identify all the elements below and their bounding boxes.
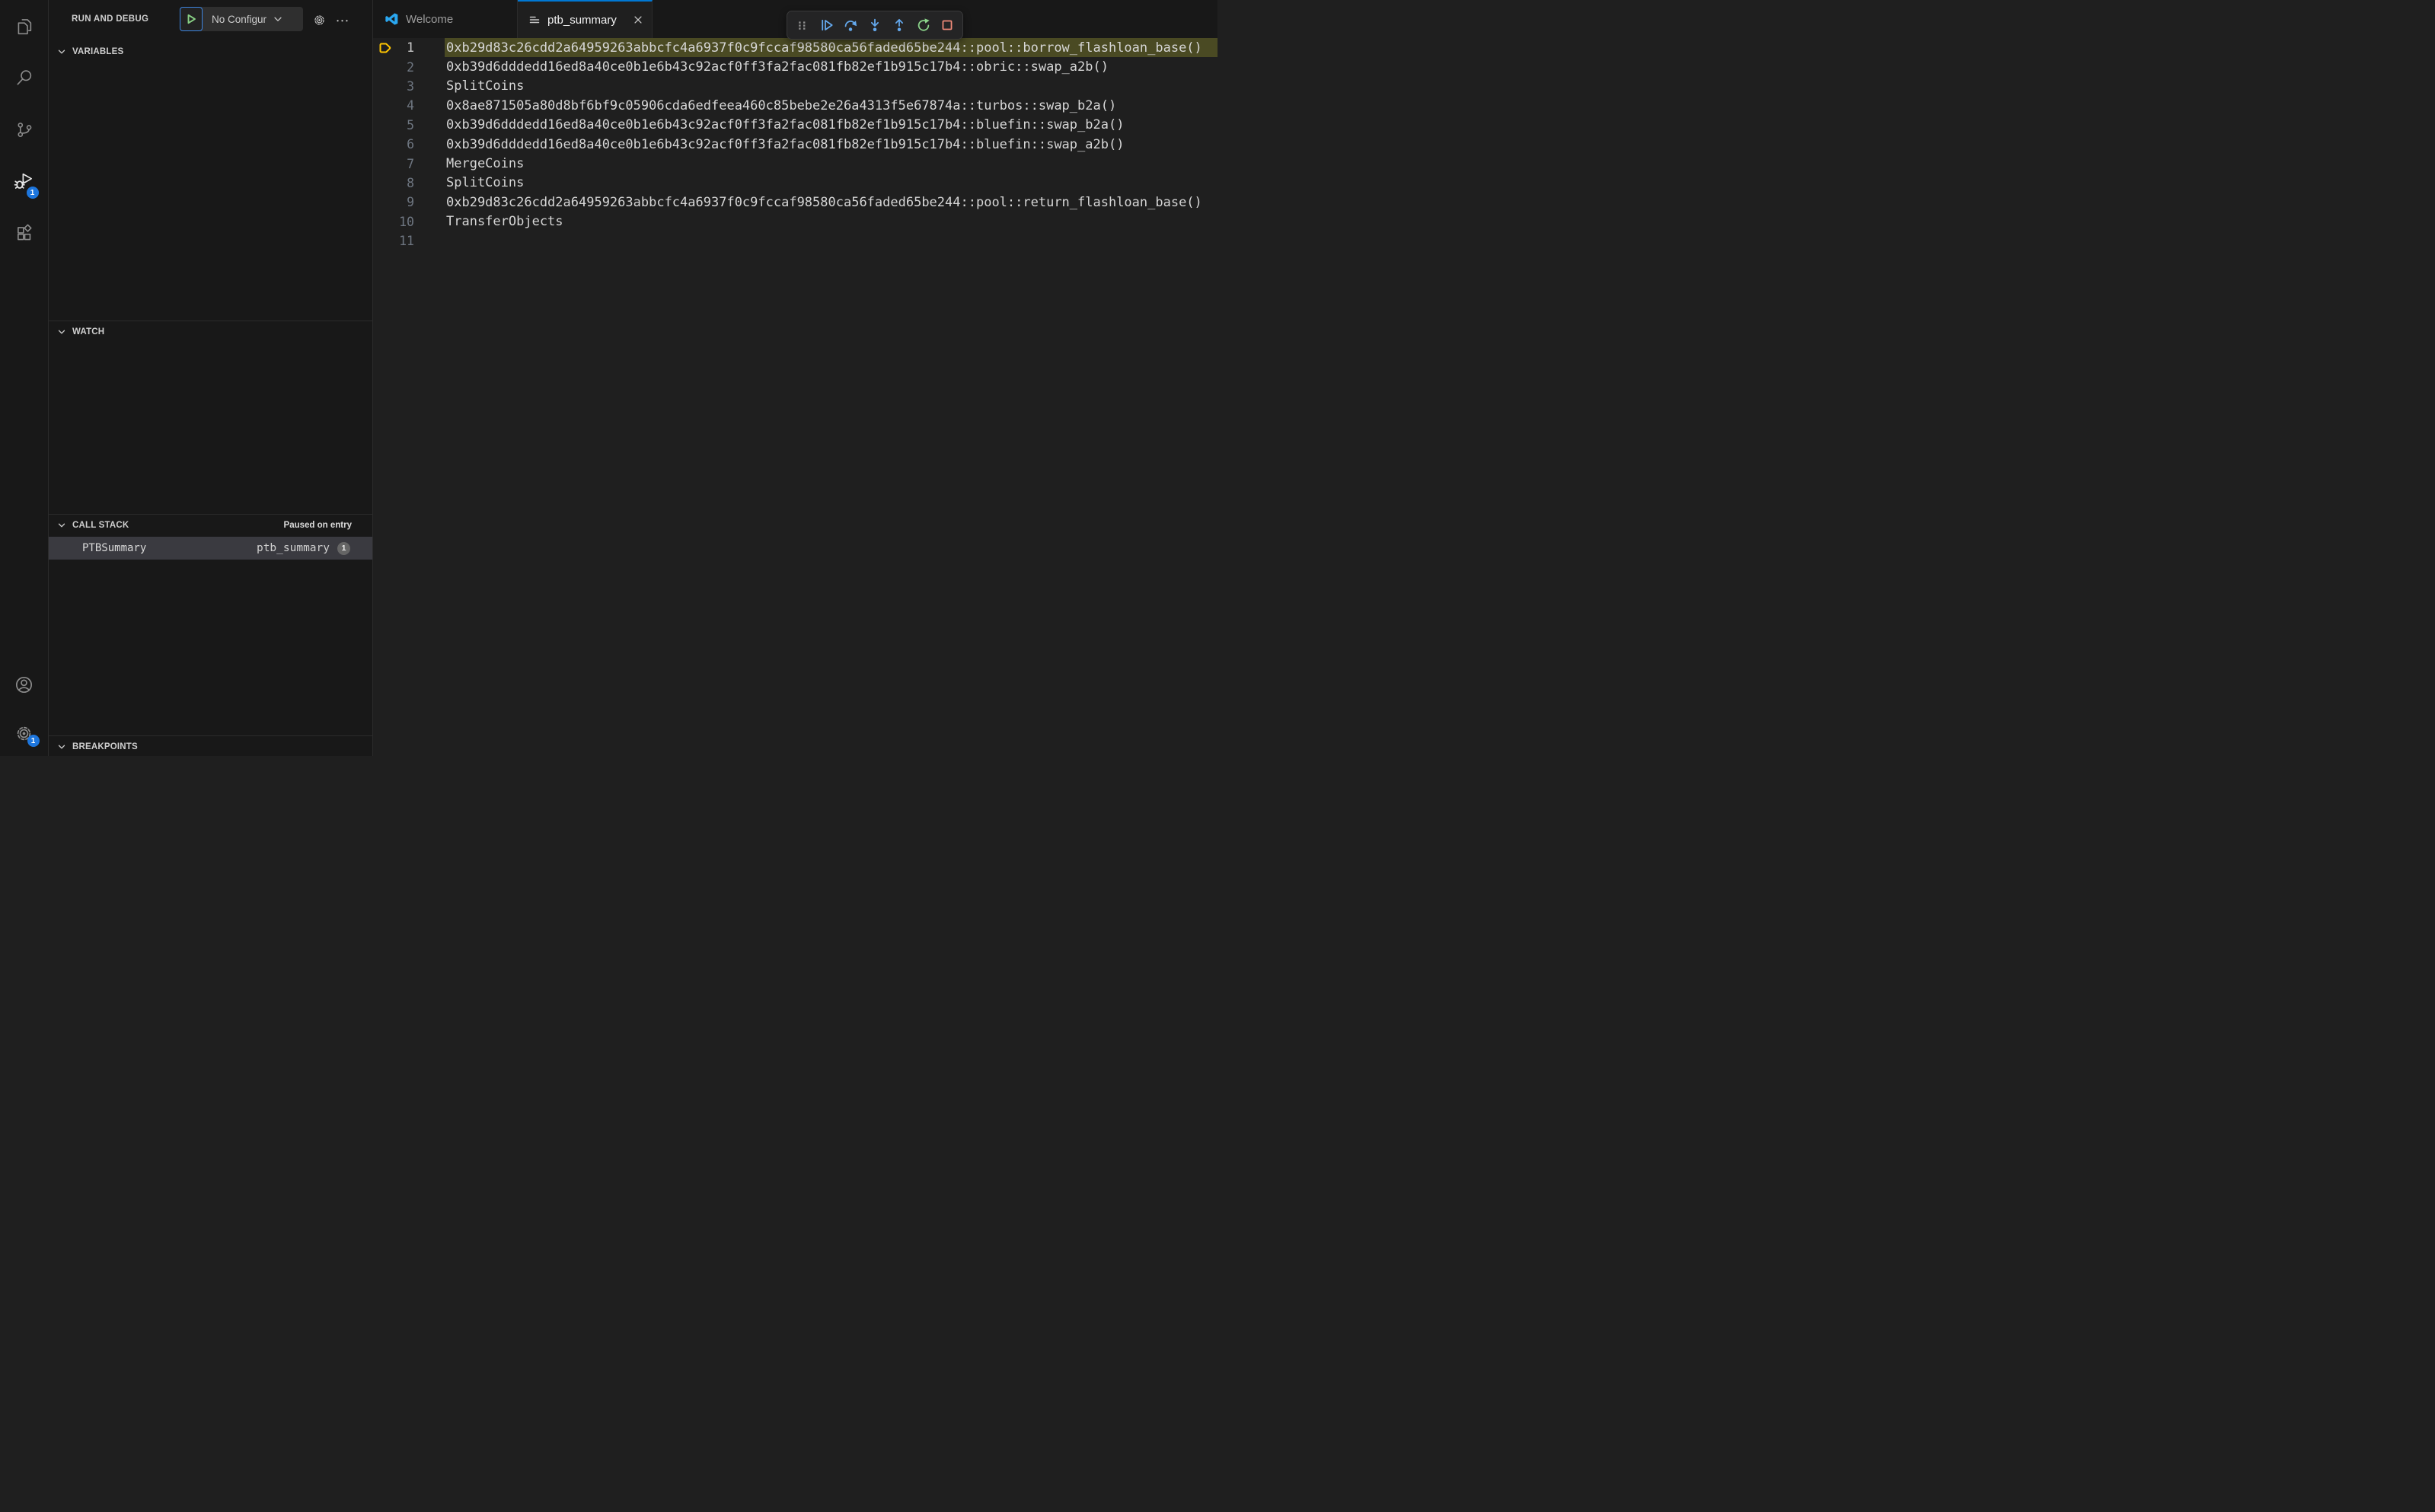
settings-badge: 1 xyxy=(27,735,40,747)
activity-item-search[interactable] xyxy=(0,52,49,104)
code-line[interactable]: 3 SplitCoins xyxy=(373,77,1218,96)
chevron-down-icon xyxy=(56,520,67,531)
debug-settings-gear-icon[interactable] xyxy=(312,13,327,27)
restart-icon[interactable] xyxy=(914,14,933,36)
more-actions-icon[interactable] xyxy=(335,13,349,27)
source-control-icon xyxy=(14,120,34,139)
frame-badge: 1 xyxy=(337,541,350,555)
line-text: TransferObjects xyxy=(446,214,563,230)
activity-item-manage[interactable]: 1 xyxy=(0,707,49,759)
list-icon xyxy=(528,14,541,26)
breakpoints-label: BREAKPOINTS xyxy=(72,742,138,751)
tab-ptb-summary[interactable]: ptb_summary xyxy=(518,0,653,38)
line-number: 2 xyxy=(407,59,414,75)
line-text: MergeCoins xyxy=(446,156,525,172)
extensions-icon xyxy=(14,223,34,243)
line-text: 0xb39d6dddedd16ed8a40ce0b1e6b43c92acf0ff… xyxy=(446,59,1109,75)
frame-name: PTBSummary xyxy=(82,542,147,554)
activity-item-run-and-debug[interactable]: 1 xyxy=(0,155,49,207)
continue-icon[interactable] xyxy=(818,14,836,36)
code-line[interactable]: 10 TransferObjects xyxy=(373,212,1218,231)
start-debugging-button[interactable] xyxy=(180,7,203,31)
frame-source: ptb_summary xyxy=(256,542,330,554)
tab-ptb-summary-label: ptb_summary xyxy=(547,13,617,27)
editor-area: Welcome ptb_summary 1 0xb29d83c26cdd2a64… xyxy=(373,0,1218,756)
line-text: 0xb39d6dddedd16ed8a40ce0b1e6b43c92acf0ff… xyxy=(446,136,1125,152)
chevron-down-icon xyxy=(273,14,283,24)
line-number: 10 xyxy=(399,214,414,229)
step-out-icon[interactable] xyxy=(890,14,908,36)
activity-bar: 1 1 xyxy=(0,0,49,756)
call-stack-section-header[interactable]: CALL STACK Paused on entry xyxy=(49,515,372,534)
stop-icon[interactable] xyxy=(938,14,956,36)
chevron-down-icon xyxy=(56,327,67,337)
line-number: 9 xyxy=(407,195,414,210)
line-text: 0xb29d83c26cdd2a64959263abbcfc4a6937f0c9… xyxy=(446,40,1202,56)
line-number: 6 xyxy=(407,137,414,152)
call-stack-frame-row[interactable]: PTBSummary ptb_summary 1 xyxy=(49,537,372,560)
line-number: 7 xyxy=(407,156,414,171)
line-number: 3 xyxy=(407,78,414,94)
code-line[interactable]: 9 0xb29d83c26cdd2a64959263abbcfc4a6937f0… xyxy=(373,193,1218,212)
run-and-debug-sidebar: RUN AND DEBUG No Configur VARIABLES WATC… xyxy=(49,0,373,756)
debug-toolbar xyxy=(787,11,963,40)
breakpoints-section: BREAKPOINTS xyxy=(49,735,372,756)
variables-label: VARIABLES xyxy=(72,47,124,56)
breakpoints-section-header[interactable]: BREAKPOINTS xyxy=(49,736,372,756)
line-number: 11 xyxy=(399,234,414,249)
gripper-icon[interactable] xyxy=(793,14,812,36)
debug-config-select[interactable]: No Configur xyxy=(201,7,303,31)
code-line[interactable]: 7 MergeCoins xyxy=(373,154,1218,173)
code-editor[interactable]: 1 0xb29d83c26cdd2a64959263abbcfc4a6937f0… xyxy=(373,38,1218,756)
watch-label: WATCH xyxy=(72,327,105,337)
debug-badge: 1 xyxy=(26,187,39,199)
watch-section: WATCH xyxy=(49,321,372,514)
call-stack-label: CALL STACK xyxy=(72,521,129,530)
line-text: 0x8ae871505a80d8bf6bf9c05906cda6edfeea46… xyxy=(446,97,1117,113)
line-number: 4 xyxy=(407,98,414,113)
debug-config-value: No Configur xyxy=(212,13,267,25)
line-number: 5 xyxy=(407,117,414,132)
debug-current-line-marker-icon xyxy=(378,41,392,55)
line-text: SplitCoins xyxy=(446,78,525,94)
step-over-icon[interactable] xyxy=(841,14,860,36)
sidebar-title: RUN AND DEBUG xyxy=(72,14,149,24)
code-line[interactable]: 4 0x8ae871505a80d8bf6bf9c05906cda6edfeea… xyxy=(373,96,1218,115)
variables-section-header[interactable]: VARIABLES xyxy=(49,41,372,61)
search-icon xyxy=(14,68,34,88)
vscode-logo-icon xyxy=(384,11,399,27)
code-line[interactable]: 6 0xb39d6dddedd16ed8a40ce0b1e6b43c92acf0… xyxy=(373,135,1218,154)
call-stack-section: CALL STACK Paused on entry PTBSummary pt… xyxy=(49,514,372,735)
variables-section: VARIABLES xyxy=(49,41,372,321)
step-into-icon[interactable] xyxy=(866,14,884,36)
watch-section-header[interactable]: WATCH xyxy=(49,321,372,341)
sidebar-header: RUN AND DEBUG No Configur xyxy=(49,0,372,41)
code-line[interactable]: 11 xyxy=(373,231,1218,250)
code-line[interactable]: 2 0xb39d6dddedd16ed8a40ce0b1e6b43c92acf0… xyxy=(373,57,1218,76)
line-text: SplitCoins xyxy=(446,175,525,191)
code-line[interactable]: 5 0xb39d6dddedd16ed8a40ce0b1e6b43c92acf0… xyxy=(373,116,1218,135)
code-line[interactable]: 1 0xb29d83c26cdd2a64959263abbcfc4a6937f0… xyxy=(373,38,1218,58)
launch-control: No Configur xyxy=(180,7,303,31)
activity-item-explorer[interactable] xyxy=(0,0,49,52)
activity-item-accounts[interactable] xyxy=(0,659,49,710)
accounts-icon xyxy=(14,675,34,695)
activity-item-extensions[interactable] xyxy=(0,207,49,259)
play-icon xyxy=(185,13,197,25)
explorer-icon xyxy=(14,16,34,36)
call-stack-status: Paused on entry xyxy=(283,521,352,530)
line-text: 0xb39d6dddedd16ed8a40ce0b1e6b43c92acf0ff… xyxy=(446,117,1125,133)
chevron-down-icon xyxy=(56,46,67,57)
activity-item-source-control[interactable] xyxy=(0,104,49,155)
line-text: 0xb29d83c26cdd2a64959263abbcfc4a6937f0c9… xyxy=(446,194,1202,210)
code-line[interactable]: 8 SplitCoins xyxy=(373,174,1218,193)
tab-welcome[interactable]: Welcome xyxy=(373,0,518,38)
line-number: 8 xyxy=(407,175,414,190)
tab-welcome-label: Welcome xyxy=(406,12,454,26)
close-icon[interactable] xyxy=(633,13,643,27)
chevron-down-icon xyxy=(56,742,67,752)
